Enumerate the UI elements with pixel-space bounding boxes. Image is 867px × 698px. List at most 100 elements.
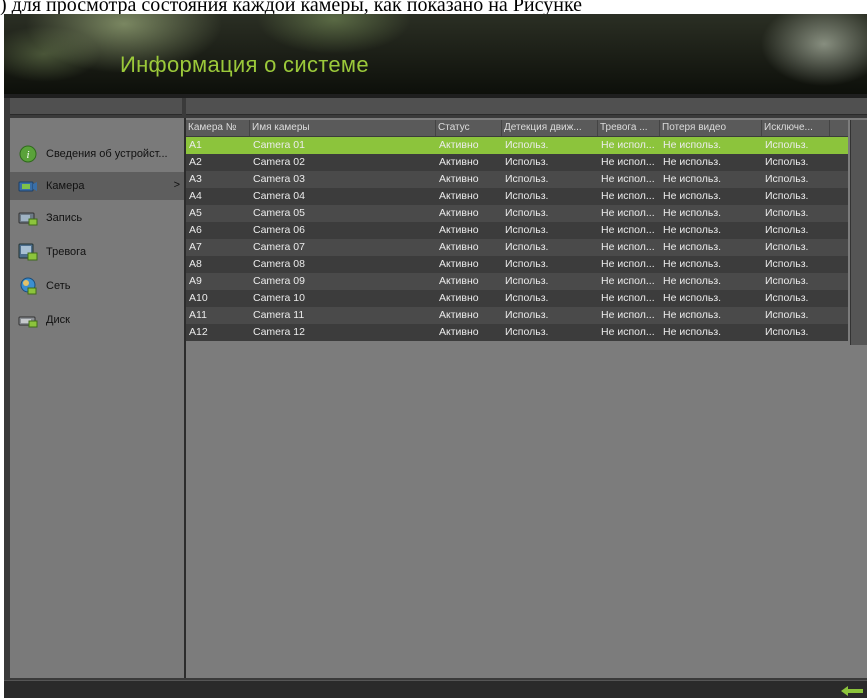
cell-alarm: Не испол... xyxy=(601,309,655,321)
table-row[interactable]: A8 Camera 08 Активно Использ. Не испол... Не … xyxy=(186,256,848,273)
cell-camera-no: A1 xyxy=(189,139,202,151)
sidebar-item-record[interactable]: Запись xyxy=(10,204,184,232)
cell-motion-detection: Использ. xyxy=(505,139,549,151)
cell-camera-name: Camera 06 xyxy=(253,224,305,236)
sidebar-item-device-info[interactable]: i Сведения об устройст... xyxy=(10,140,184,168)
cell-alarm: Не испол... xyxy=(601,173,655,185)
cell-camera-no: A9 xyxy=(189,275,202,287)
column-header-motion-detection[interactable]: Детекция движ... xyxy=(502,120,598,136)
cell-alarm: Не испол... xyxy=(601,224,655,236)
cell-camera-name: Camera 10 xyxy=(253,292,305,304)
cell-status: Активно xyxy=(439,309,479,321)
record-icon xyxy=(18,209,38,227)
table-row[interactable]: A9 Camera 09 Активно Использ. Не испол... Не … xyxy=(186,273,848,290)
cell-alarm: Не испол... xyxy=(601,241,655,253)
column-header-status[interactable]: Статус xyxy=(436,120,502,136)
table-row[interactable]: A3 Camera 03 Активно Использ. Не испол... Не … xyxy=(186,171,848,188)
cell-exception: Использ. xyxy=(765,139,809,151)
cell-motion-detection: Использ. xyxy=(505,224,549,236)
table-row[interactable]: A10 Camera 10 Активно Использ. Не испол... Не… xyxy=(186,290,848,307)
cell-status: Активно xyxy=(439,258,479,270)
back-arrow-icon[interactable] xyxy=(841,684,863,696)
cell-camera-no: A10 xyxy=(189,292,208,304)
camera-table: Камера № Имя камеры Статус Детекция движ… xyxy=(186,120,848,341)
cell-exception: Использ. xyxy=(765,190,809,202)
table-scrollbar[interactable] xyxy=(850,120,867,345)
cell-camera-no: A7 xyxy=(189,241,202,253)
column-header-exception[interactable]: Исключе... xyxy=(762,120,830,136)
column-header-camera-no[interactable]: Камера № xyxy=(186,120,250,136)
svg-text:i: i xyxy=(26,149,29,161)
cell-exception: Использ. xyxy=(765,258,809,270)
cell-motion-detection: Использ. xyxy=(505,275,549,287)
network-icon xyxy=(18,277,38,295)
table-row[interactable]: A12 Camera 12 Активно Использ. Не испол... Не… xyxy=(186,324,848,341)
header-banner: Информация о системе xyxy=(4,14,867,94)
cell-motion-detection: Использ. xyxy=(505,156,549,168)
sidebar-item-alarm[interactable]: Тревога xyxy=(10,238,184,266)
info-icon: i xyxy=(18,145,38,163)
column-header-camera-name[interactable]: Имя камеры xyxy=(250,120,436,136)
cell-camera-name: Camera 12 xyxy=(253,326,305,338)
cell-status: Активно xyxy=(439,292,479,304)
cell-alarm: Не испол... xyxy=(601,292,655,304)
cell-camera-name: Camera 01 xyxy=(253,139,305,151)
table-row[interactable]: A6 Camera 06 Активно Использ. Не испол... Не … xyxy=(186,222,848,239)
camera-icon xyxy=(18,177,38,195)
cell-motion-detection: Использ. xyxy=(505,292,549,304)
cell-video-loss: Не использ. xyxy=(663,275,722,287)
sidebar-item-network[interactable]: Сеть xyxy=(10,272,184,300)
column-header-video-loss[interactable]: Потеря видео xyxy=(660,120,762,136)
cell-video-loss: Не использ. xyxy=(663,292,722,304)
cell-exception: Использ. xyxy=(765,224,809,236)
cell-exception: Использ. xyxy=(765,241,809,253)
cell-alarm: Не испол... xyxy=(601,258,655,270)
cell-camera-no: A11 xyxy=(189,309,207,321)
sidebar-item-camera[interactable]: Камера > xyxy=(10,172,184,200)
sidebar: i Сведения об устройст... Камера > Запис… xyxy=(10,118,186,678)
cell-exception: Использ. xyxy=(765,207,809,219)
sidebar-item-label: Диск xyxy=(46,314,70,326)
cell-exception: Использ. xyxy=(765,156,809,168)
cell-video-loss: Не использ. xyxy=(663,224,722,236)
cell-video-loss: Не использ. xyxy=(663,173,722,185)
cell-exception: Использ. xyxy=(765,292,809,304)
status-bar xyxy=(4,680,867,698)
alarm-icon xyxy=(18,243,38,261)
cell-camera-no: A5 xyxy=(189,207,202,219)
cell-alarm: Не испол... xyxy=(601,326,655,338)
cell-motion-detection: Использ. xyxy=(505,173,549,185)
table-body: A1 Camera 01 Активно Использ. Не испол... Не … xyxy=(186,137,848,341)
cell-camera-name: Camera 11 xyxy=(253,309,305,321)
cell-status: Активно xyxy=(439,156,479,168)
cell-video-loss: Не использ. xyxy=(663,156,722,168)
cell-status: Активно xyxy=(439,190,479,202)
sidebar-item-disk[interactable]: Диск xyxy=(10,306,184,334)
cell-camera-name: Camera 09 xyxy=(253,275,305,287)
sidebar-item-label: Тревога xyxy=(46,246,87,258)
cell-video-loss: Не использ. xyxy=(663,241,722,253)
cell-camera-name: Camera 05 xyxy=(253,207,305,219)
table-row[interactable]: A1 Camera 01 Активно Использ. Не испол... Не … xyxy=(186,137,848,154)
table-row[interactable]: A5 Camera 05 Активно Использ. Не испол... Не … xyxy=(186,205,848,222)
chevron-right-icon: > xyxy=(173,179,180,191)
cell-camera-no: A8 xyxy=(189,258,202,270)
table-row[interactable]: A4 Camera 04 Активно Использ. Не испол... Не … xyxy=(186,188,848,205)
cell-camera-name: Camera 04 xyxy=(253,190,305,202)
page-title: Информация о системе xyxy=(120,52,369,77)
column-header-alarm[interactable]: Тревога ... xyxy=(598,120,660,136)
sidebar-item-label: Запись xyxy=(46,212,83,224)
cell-video-loss: Не использ. xyxy=(663,207,722,219)
cell-motion-detection: Использ. xyxy=(505,241,549,253)
cell-motion-detection: Использ. xyxy=(505,207,549,219)
cell-camera-no: A3 xyxy=(189,173,202,185)
table-row[interactable]: A2 Camera 02 Активно Использ. Не испол... Не … xyxy=(186,154,848,171)
content-top-bar xyxy=(186,98,867,115)
cell-status: Активно xyxy=(439,326,479,338)
cell-status: Активно xyxy=(439,275,479,287)
table-row[interactable]: A7 Camera 07 Активно Использ. Не испол... Не … xyxy=(186,239,848,256)
table-row[interactable]: A11 Camera 11 Активно Использ. Не испол... Не… xyxy=(186,307,848,324)
cell-motion-detection: Использ. xyxy=(505,309,549,321)
cell-camera-name: Camera 08 xyxy=(253,258,305,270)
table-header: Камера № Имя камеры Статус Детекция движ… xyxy=(186,120,848,137)
